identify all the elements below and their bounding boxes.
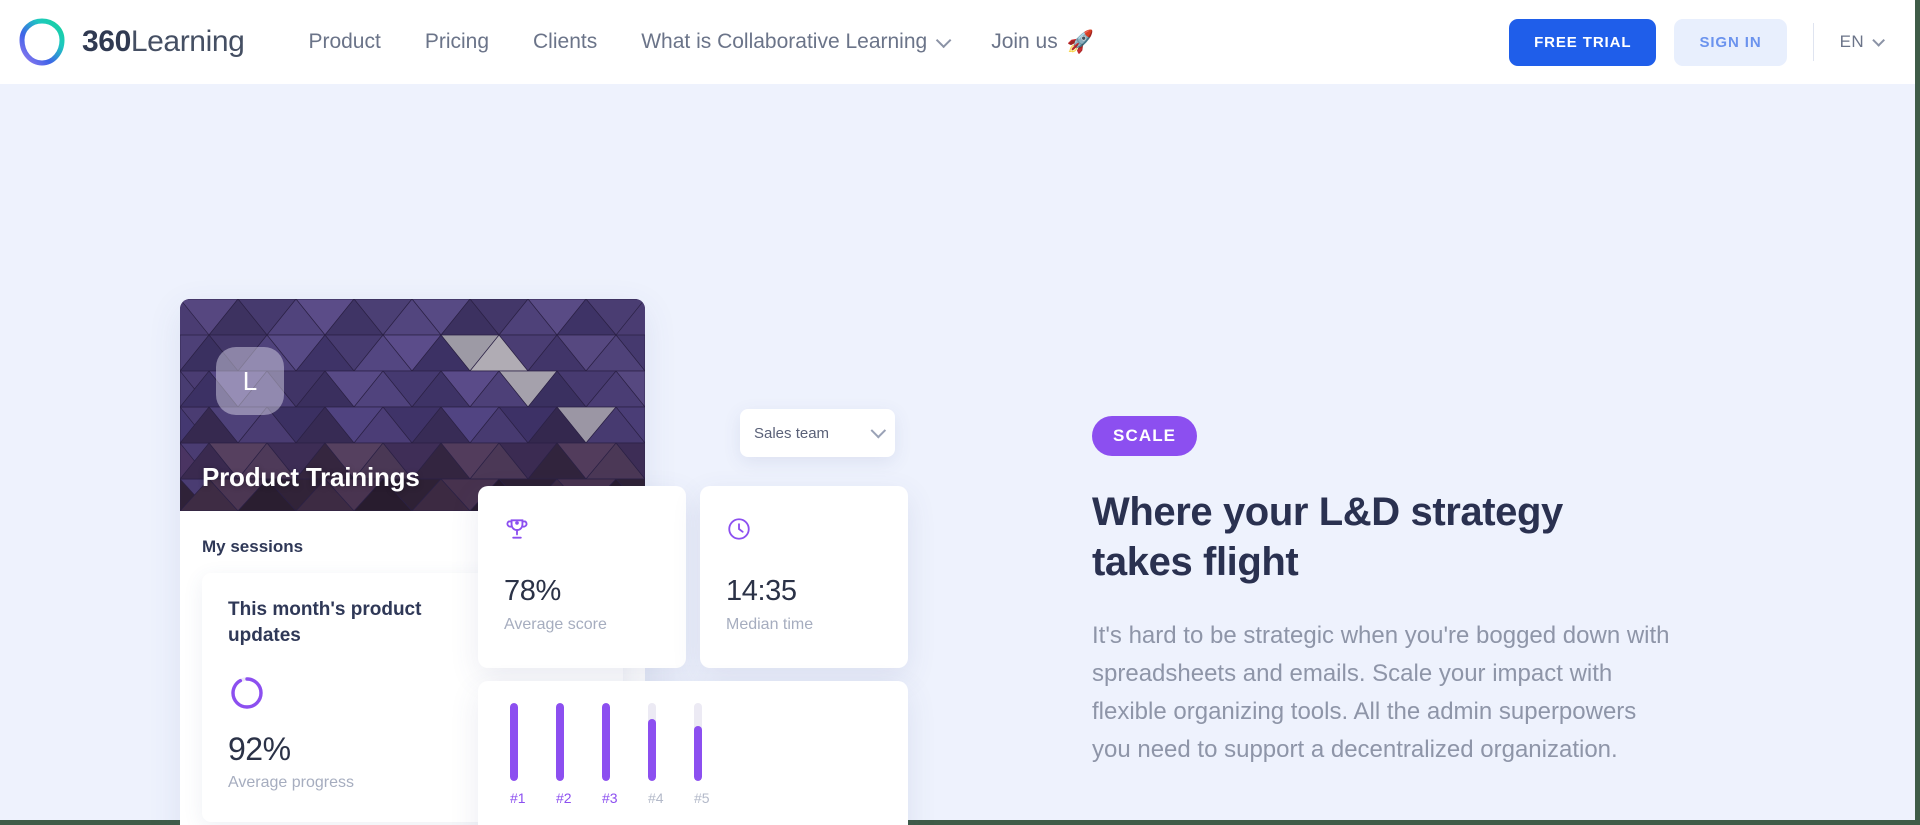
bar-track[interactable] (648, 703, 656, 781)
nav-item-pricing[interactable]: Pricing (403, 20, 511, 64)
course-cover-image: L Product Trainings (180, 299, 645, 511)
session-card-title: This month's product updates (228, 599, 422, 646)
course-title: Product Trainings (202, 462, 420, 492)
bar-track[interactable] (556, 703, 564, 781)
chevron-down-icon (870, 422, 887, 438)
nav-item-collaborative-learning[interactable]: What is Collaborative Learning (619, 20, 969, 64)
stat-label-average-score: Average score (504, 616, 607, 633)
bar-column[interactable] (602, 703, 610, 781)
bar-fill (648, 718, 656, 781)
chevron-down-icon (1872, 33, 1885, 47)
hero-copy: SCALE Where your L&D strategy takes flig… (1092, 416, 1672, 769)
language-selector[interactable]: EN (1839, 32, 1885, 52)
sign-in-button[interactable]: SIGN IN (1674, 18, 1787, 66)
status-badge: SCALE (1092, 416, 1198, 456)
avatar-initial: L (242, 365, 258, 396)
avatar: L (216, 347, 284, 415)
bar-track[interactable] (602, 703, 610, 781)
chevron-down-icon (936, 32, 952, 48)
nav-item-clients-label: Clients (533, 30, 598, 53)
nav-item-join-us[interactable]: Join us 🚀 (969, 20, 1116, 64)
bar-label: #2 (556, 790, 572, 806)
bar-fill (510, 703, 518, 781)
hero-description: It's hard to be strategic when you're bo… (1092, 622, 1670, 763)
stat-card-median-time[interactable]: 14:35 Median time (700, 486, 908, 668)
bar-chart (506, 703, 880, 781)
trophy-icon (504, 516, 660, 547)
bar-column[interactable] (694, 703, 702, 781)
top-navbar: 360Learning Product Pricing Clients What… (0, 0, 1915, 84)
bar-label: #5 (694, 790, 710, 806)
nav-item-collaborative-learning-label: What is Collaborative Learning (641, 30, 928, 53)
nav-item-pricing-label: Pricing (424, 30, 490, 53)
brand-logo-link[interactable]: 360Learning (18, 18, 245, 66)
bar-fill (602, 703, 610, 781)
stat-label-median-time: Median time (726, 616, 814, 633)
hero-section: L Product Trainings My sessions This mon… (0, 84, 1915, 825)
brand-name: 360Learning (82, 25, 245, 59)
primary-nav: Product Pricing Clients What is Collabor… (286, 20, 1116, 64)
nav-item-join-us-label: Join us (991, 30, 1058, 53)
bar-column[interactable] (510, 703, 518, 781)
free-trial-button[interactable]: FREE TRIAL (1509, 18, 1657, 66)
bar-column[interactable] (556, 703, 564, 781)
rocket-icon: 🚀 (1066, 29, 1095, 54)
nav-item-product-label: Product (308, 30, 381, 53)
clock-icon (726, 516, 882, 547)
ring-gradient-logo-icon (18, 18, 66, 66)
bar-label: #1 (510, 790, 526, 806)
stat-card-average-score[interactable]: 78% Average score (478, 486, 686, 668)
team-select-dropdown[interactable]: Sales team (740, 409, 895, 457)
nav-item-product[interactable]: Product (286, 20, 402, 64)
nav-actions: FREE TRIAL SIGN IN EN (1509, 18, 1885, 66)
brand-name-bold: 360 (82, 25, 131, 58)
bar-track[interactable] (694, 703, 702, 781)
progress-by-course-card: #1#2#3#4#5 Progress by course SEND REMIN… (478, 681, 908, 825)
bar-fill (694, 726, 702, 781)
stat-value-median-time: 14:35 (726, 575, 797, 607)
bar-fill (556, 703, 564, 781)
bar-label: #4 (648, 790, 664, 806)
bar-label: #3 (602, 790, 618, 806)
stat-value-average-score: 78% (504, 575, 561, 607)
bar-chart-axis-labels: #1 #2 #3 #4 #5 (506, 790, 880, 806)
page-title: Where your L&D strategy takes flight (1092, 490, 1563, 584)
nav-divider (1812, 23, 1814, 61)
language-selector-label: EN (1839, 32, 1864, 51)
team-select-value: Sales team (754, 424, 830, 442)
bar-column[interactable] (648, 703, 656, 781)
bar-track[interactable] (510, 703, 518, 781)
nav-item-clients[interactable]: Clients (511, 20, 619, 64)
brand-name-rest: Learning (130, 25, 245, 58)
